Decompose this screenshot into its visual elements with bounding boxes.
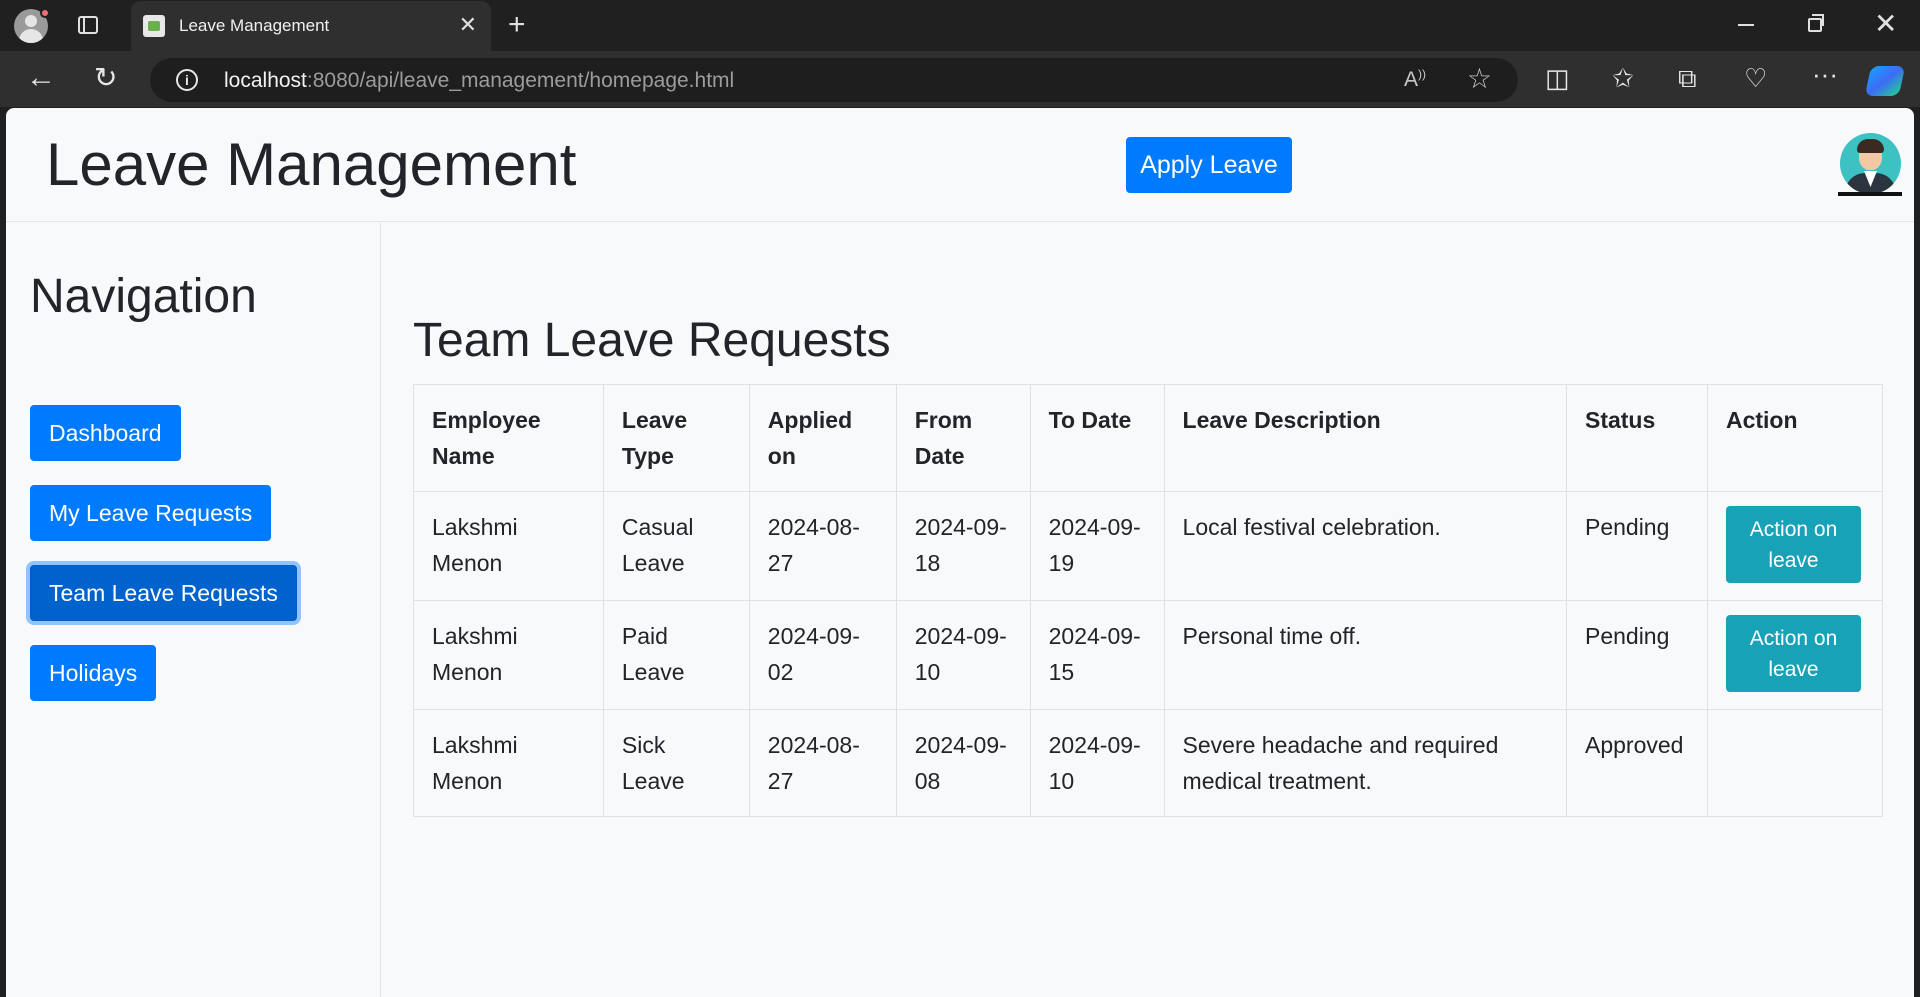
refresh-icon[interactable]: ↻ — [94, 63, 117, 93]
favorite-star-icon[interactable]: ☆ — [1467, 62, 1492, 95]
from-date-cell: 2024-09-10 — [895, 600, 1031, 710]
url-text[interactable]: localhost:8080/api/leave_management/home… — [224, 69, 734, 93]
column-header: Status — [1565, 384, 1708, 492]
from-date-cell: 2024-09-18 — [895, 491, 1031, 601]
status-cell: Pending — [1565, 491, 1708, 601]
copilot-icon[interactable] — [1864, 66, 1906, 96]
applied-on-cell: 2024-08-27 — [748, 491, 897, 601]
to-date-cell: 2024-09-15 — [1029, 600, 1165, 710]
browser-toolbar: ← ↻ i localhost:8080/api/leave_managemen… — [0, 51, 1920, 107]
applied-on-cell: 2024-08-27 — [748, 709, 897, 817]
table-row: Lakshmi Menon Casual Leave 2024-08-27 20… — [413, 491, 1884, 601]
notification-dot-icon — [40, 8, 50, 18]
action-on-leave-button[interactable]: Action on leave — [1725, 506, 1861, 583]
status-cell: Approved — [1565, 709, 1708, 817]
column-header: Leave Type — [602, 384, 750, 492]
new-tab-icon[interactable]: + — [508, 8, 526, 42]
sidebar-item-holidays[interactable]: Holidays — [30, 645, 157, 701]
page-header: Leave Management Apply Leave — [6, 108, 1914, 222]
avatar[interactable] — [1840, 133, 1901, 194]
table-header-row: Employee Name Leave Type Applied on From… — [413, 384, 1884, 492]
leave-type-cell: Casual Leave — [602, 491, 750, 601]
action-on-leave-button[interactable]: Action on leave — [1725, 615, 1861, 692]
browser-essentials-icon[interactable]: ♡ — [1744, 63, 1767, 93]
table-row: Lakshmi Menon Paid Leave 2024-09-02 2024… — [413, 600, 1884, 710]
leave-type-cell: Paid Leave — [602, 600, 750, 710]
read-aloud-icon[interactable]: A)) — [1404, 67, 1426, 92]
split-screen-icon[interactable]: ◫ — [1545, 63, 1570, 93]
window-close-icon[interactable]: ✕ — [1874, 8, 1897, 40]
column-header: To Date — [1029, 384, 1165, 492]
avatar-underline — [1838, 192, 1902, 196]
column-header: Applied on — [748, 384, 897, 492]
description-cell: Local festival celebration. — [1163, 491, 1567, 601]
sidebar-title: Navigation — [30, 270, 257, 323]
sidebar: Navigation Dashboard My Leave Requests T… — [6, 223, 381, 997]
sidebar-item-my-leave-requests[interactable]: My Leave Requests — [30, 485, 272, 541]
column-header: Leave Description — [1163, 384, 1567, 492]
browser-tab[interactable]: Leave Management ✕ — [131, 1, 491, 51]
applied-on-cell: 2024-09-02 — [748, 600, 897, 710]
action-cell — [1706, 709, 1884, 817]
favorites-icon[interactable]: ✩ — [1612, 63, 1634, 93]
favicon-icon — [143, 15, 165, 37]
employee-name-cell: Lakshmi Menon — [413, 491, 604, 601]
description-cell: Severe headache and required medical tre… — [1163, 709, 1567, 817]
apply-leave-button[interactable]: Apply Leave — [1126, 137, 1292, 193]
column-header: Employee Name — [413, 384, 604, 492]
address-bar[interactable]: i localhost:8080/api/leave_management/ho… — [150, 58, 1518, 102]
to-date-cell: 2024-09-19 — [1029, 491, 1165, 601]
browser-tab-bar: Leave Management ✕ + ✕ — [0, 0, 1920, 51]
more-options-icon[interactable]: ··· — [1812, 59, 1838, 89]
site-info-icon[interactable]: i — [176, 69, 198, 91]
leave-type-cell: Sick Leave — [602, 709, 750, 817]
description-cell: Personal time off. — [1163, 600, 1567, 710]
restore-icon[interactable] — [1808, 14, 1824, 32]
tab-title: Leave Management — [179, 16, 330, 35]
section-title: Team Leave Requests — [413, 314, 891, 367]
back-icon[interactable]: ← — [26, 63, 56, 93]
to-date-cell: 2024-09-10 — [1029, 709, 1165, 817]
page-title: Leave Management — [46, 131, 577, 198]
close-tab-icon[interactable]: ✕ — [459, 12, 477, 38]
minimize-icon[interactable] — [1738, 24, 1754, 26]
action-cell: Action on leave — [1706, 491, 1884, 601]
collections-icon[interactable]: ⧉ — [1678, 63, 1697, 93]
page-viewport: Leave Management Apply Leave Navigation … — [6, 108, 1914, 997]
leave-requests-table: Employee Name Leave Type Applied on From… — [413, 384, 1884, 817]
column-header: From Date — [895, 384, 1031, 492]
table-row: Lakshmi Menon Sick Leave 2024-08-27 2024… — [413, 709, 1884, 817]
employee-name-cell: Lakshmi Menon — [413, 600, 604, 710]
status-cell: Pending — [1565, 600, 1708, 710]
tab-actions-icon[interactable] — [78, 16, 98, 34]
sidebar-item-team-leave-requests[interactable]: Team Leave Requests — [30, 565, 297, 621]
column-header: Action — [1706, 384, 1884, 492]
action-cell: Action on leave — [1706, 600, 1884, 710]
from-date-cell: 2024-09-08 — [895, 709, 1031, 817]
employee-name-cell: Lakshmi Menon — [413, 709, 604, 817]
sidebar-item-dashboard[interactable]: Dashboard — [30, 405, 181, 461]
